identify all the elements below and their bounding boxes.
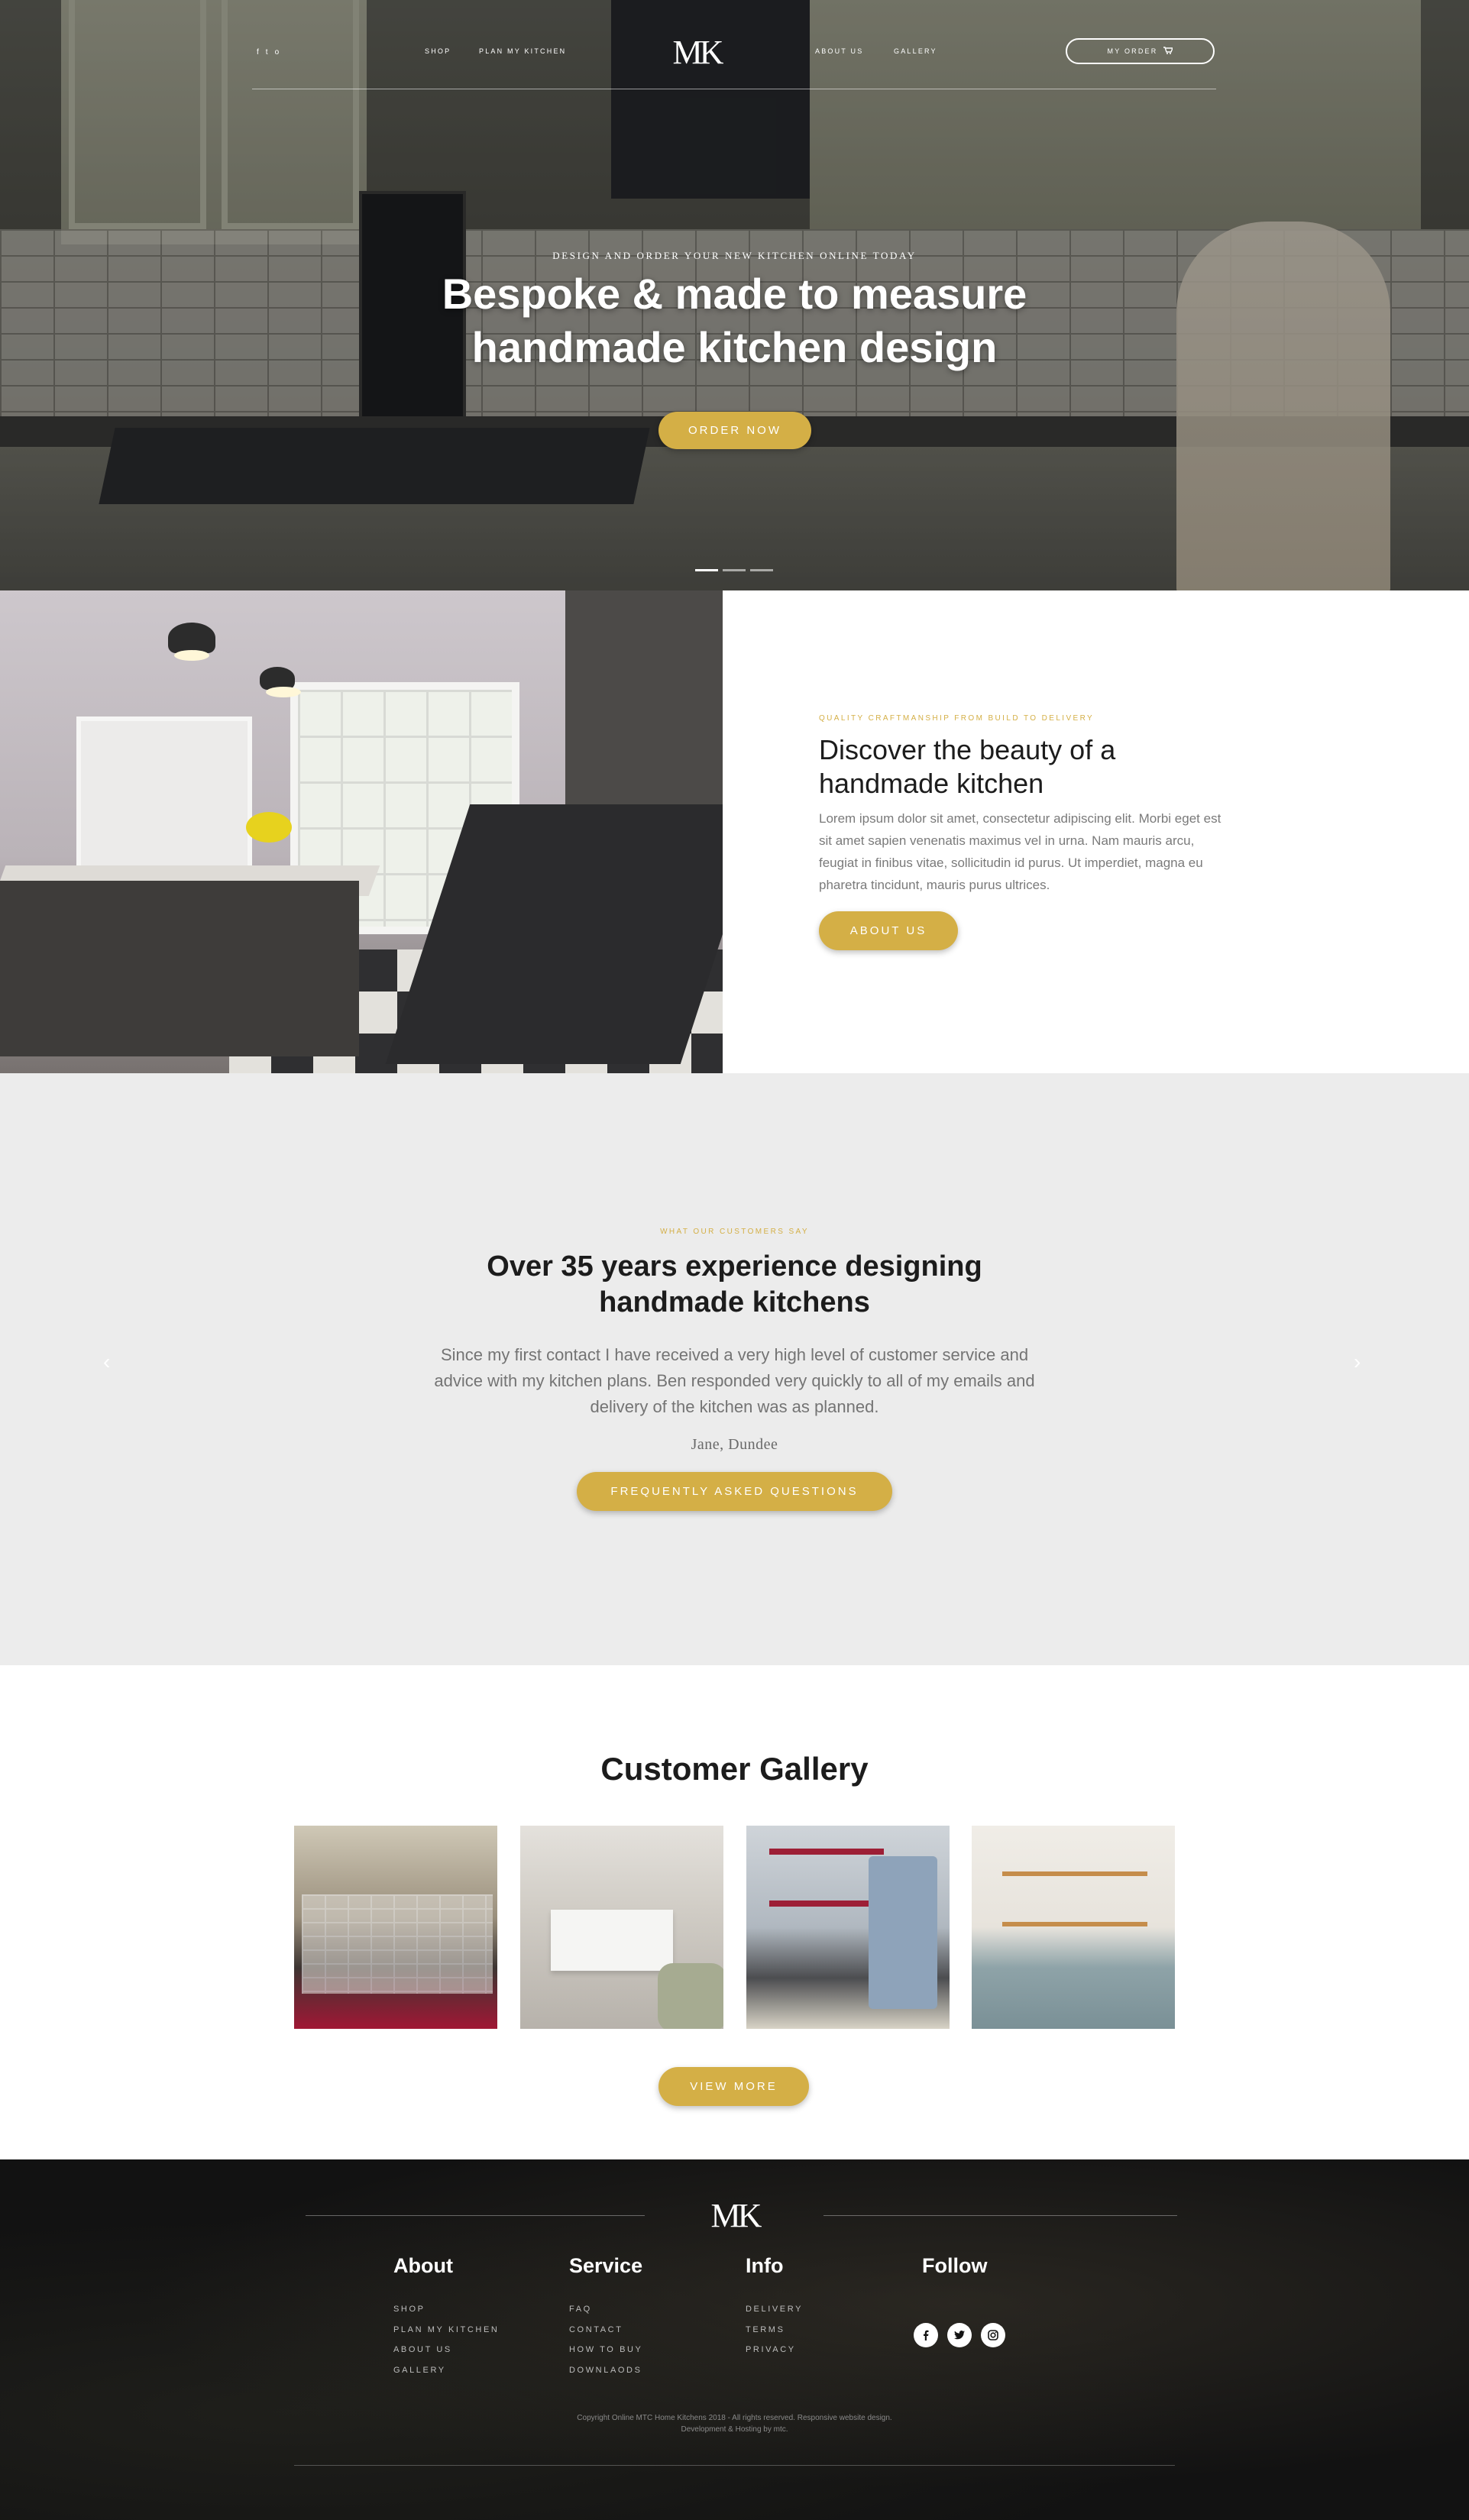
site-logo[interactable]: MK bbox=[658, 34, 735, 71]
discover-body: Lorem ipsum dolor sit amet, consectetur … bbox=[819, 811, 1221, 892]
testimonial-title-text: Over 35 years experience designing handm… bbox=[487, 1250, 982, 1318]
nav-gallery[interactable]: GALLERY bbox=[894, 47, 937, 55]
footer-logo-text: MK bbox=[711, 2199, 762, 2233]
footer-logo[interactable]: MK bbox=[695, 2197, 775, 2234]
discover-kicker: QUALITY CRAFTMANSHIP FROM BUILD TO DELIV… bbox=[819, 714, 1095, 723]
header-social-links: f t o bbox=[257, 48, 279, 57]
gallery-image-4[interactable] bbox=[972, 1826, 1175, 2029]
discover-title: Discover the beauty of a handmade kitche… bbox=[819, 734, 1116, 799]
slider-dot-1[interactable] bbox=[695, 569, 718, 571]
footer-col-service: Service FAQ CONTACT HOW TO BUY DOWNLAODS bbox=[569, 2254, 643, 2380]
logo-text: MK bbox=[673, 36, 724, 70]
instagram-icon[interactable] bbox=[981, 2323, 1005, 2347]
testimonial-quote: Since my first contact I have received a… bbox=[434, 1345, 1035, 1416]
footer-link-shop[interactable]: SHOP bbox=[393, 2299, 499, 2320]
my-order-button[interactable]: MY ORDER bbox=[1066, 38, 1215, 64]
footer-link-downloads[interactable]: DOWNLAODS bbox=[569, 2360, 643, 2381]
hero-kicker: DESIGN AND ORDER YOUR NEW KITCHEN ONLINE… bbox=[552, 250, 917, 261]
footer-link-delivery[interactable]: DELIVERY bbox=[746, 2299, 803, 2320]
footer-social-icons bbox=[914, 2323, 1005, 2347]
instagram-icon[interactable]: o bbox=[275, 48, 280, 57]
gallery-image-2[interactable] bbox=[520, 1826, 723, 2029]
footer-link-privacy[interactable]: PRIVACY bbox=[746, 2340, 803, 2360]
footer-link-faq[interactable]: FAQ bbox=[569, 2299, 643, 2320]
testimonial-prev-arrow[interactable]: ‹ bbox=[103, 1350, 110, 1374]
gallery-image-3[interactable] bbox=[746, 1826, 950, 2029]
footer-link-terms[interactable]: TERMS bbox=[746, 2320, 803, 2340]
slider-dot-3[interactable] bbox=[750, 569, 773, 571]
footer-col-follow: Follow bbox=[922, 2254, 987, 2299]
copyright-line-1: Copyright Online MTC Home Kitchens 2018 … bbox=[577, 2414, 892, 2422]
top-navigation: f t o SHOP PLAN MY KITCHEN MK ABOUT US G… bbox=[252, 34, 1216, 89]
discover-kitchen-image bbox=[0, 590, 723, 1073]
footer-link-plan-my-kitchen[interactable]: PLAN MY KITCHEN bbox=[393, 2320, 499, 2340]
footer-link-gallery[interactable]: GALLERY bbox=[393, 2360, 499, 2381]
discover-text-block: QUALITY CRAFTMANSHIP FROM BUILD TO DELIV… bbox=[819, 714, 1231, 896]
testimonial-next-arrow[interactable]: › bbox=[1354, 1350, 1361, 1374]
footer-col-info: Info DELIVERY TERMS PRIVACY bbox=[746, 2254, 803, 2360]
hero-section: f t o SHOP PLAN MY KITCHEN MK ABOUT US G… bbox=[0, 0, 1469, 590]
footer-col-about: About SHOP PLAN MY KITCHEN ABOUT US GALL… bbox=[393, 2254, 499, 2380]
site-footer: MK About SHOP PLAN MY KITCHEN ABOUT US G… bbox=[0, 2159, 1469, 2520]
footer-link-how-to-buy[interactable]: HOW TO BUY bbox=[569, 2340, 643, 2360]
my-order-label: MY ORDER bbox=[1107, 47, 1158, 55]
facebook-icon[interactable] bbox=[914, 2323, 938, 2347]
twitter-icon[interactable] bbox=[947, 2323, 972, 2347]
copyright-line-2: Development & Hosting by mtc. bbox=[681, 2425, 788, 2434]
testimonial-section: ‹ › WHAT OUR CUSTOMERS SAY Over 35 years… bbox=[0, 1073, 1469, 1665]
twitter-icon[interactable]: t bbox=[266, 48, 268, 57]
gallery-image-1[interactable] bbox=[294, 1826, 497, 2029]
footer-col-info-title: Info bbox=[746, 2254, 784, 2277]
testimonial-author: Jane, Dundee bbox=[691, 1436, 778, 1453]
faq-button[interactable]: FREQUENTLY ASKED QUESTIONS bbox=[577, 1472, 892, 1511]
about-us-button[interactable]: ABOUT US bbox=[819, 911, 958, 950]
footer-link-about-us[interactable]: ABOUT US bbox=[393, 2340, 499, 2360]
footer-link-contact[interactable]: CONTACT bbox=[569, 2320, 643, 2340]
testimonial-kicker: WHAT OUR CUSTOMERS SAY bbox=[660, 1228, 809, 1236]
cart-icon bbox=[1163, 47, 1174, 56]
hero-title-text: Bespoke & made to measure handmade kitch… bbox=[442, 270, 1027, 371]
footer-bottom-divider bbox=[294, 2465, 1175, 2466]
nav-shop[interactable]: SHOP bbox=[425, 47, 451, 55]
footer-divider-right bbox=[823, 2215, 1177, 2216]
footer-col-service-title: Service bbox=[569, 2254, 643, 2277]
view-more-button[interactable]: VIEW MORE bbox=[658, 2067, 809, 2106]
testimonial-title: Over 35 years experience designing handm… bbox=[0, 1249, 1469, 1321]
slider-dots bbox=[695, 569, 773, 571]
footer-divider-left bbox=[306, 2215, 645, 2216]
nav-plan-my-kitchen[interactable]: PLAN MY KITCHEN bbox=[479, 47, 566, 55]
order-now-button[interactable]: ORDER NOW bbox=[658, 412, 811, 449]
gallery-title: Customer Gallery bbox=[600, 1751, 869, 1787]
slider-dot-2[interactable] bbox=[723, 569, 746, 571]
facebook-icon[interactable]: f bbox=[257, 48, 259, 57]
copyright: Copyright Online MTC Home Kitchens 2018 … bbox=[0, 2412, 1469, 2435]
hero-title: Bespoke & made to measure handmade kitch… bbox=[0, 267, 1469, 374]
footer-col-follow-title: Follow bbox=[922, 2254, 988, 2277]
footer-col-about-title: About bbox=[393, 2254, 453, 2277]
nav-about-us[interactable]: ABOUT US bbox=[815, 47, 863, 55]
